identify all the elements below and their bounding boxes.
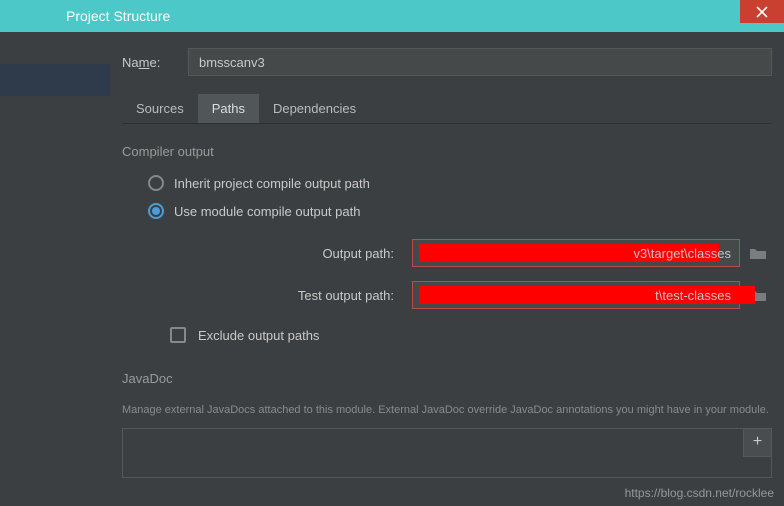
test-output-path-label: Test output path: (122, 288, 412, 303)
module-name-input[interactable] (188, 48, 772, 76)
name-accel: m (139, 55, 150, 70)
radio-use-module-label: Use module compile output path (174, 204, 360, 219)
name-label: Name: (122, 55, 188, 70)
output-path-value: v3\target\classes (633, 246, 731, 261)
output-path-input[interactable]: v3\target\classes (412, 239, 740, 267)
radio-use-module[interactable] (148, 203, 164, 219)
javadoc-description: Manage external JavaDocs attached to thi… (122, 402, 772, 420)
output-path-label: Output path: (122, 246, 412, 261)
javadoc-list[interactable]: + (122, 428, 772, 478)
folder-icon (749, 246, 767, 260)
tab-dependencies[interactable]: Dependencies (259, 94, 370, 123)
test-output-path-input[interactable]: t\test-classes (412, 281, 740, 309)
exclude-output-label: Exclude output paths (198, 328, 319, 343)
close-icon (756, 6, 768, 18)
test-output-path-value: t\test-classes (655, 288, 731, 303)
javadoc-title: JavaDoc (122, 371, 772, 386)
titlebar: Project Structure (0, 0, 784, 32)
sidebar-selected-item[interactable] (0, 64, 110, 96)
titlebar-title: Project Structure (66, 8, 170, 24)
content: Name: Sources Paths Dependencies Compile… (110, 32, 784, 506)
watermark: https://blog.csdn.net/rocklee (625, 486, 774, 500)
tabs: Sources Paths Dependencies (122, 94, 772, 124)
close-button[interactable] (740, 0, 784, 23)
exclude-output-checkbox[interactable] (170, 327, 186, 343)
radio-inherit-label: Inherit project compile output path (174, 176, 370, 191)
sidebar (0, 32, 110, 506)
compiler-output-title: Compiler output (122, 144, 772, 159)
output-path-browse-button[interactable] (744, 239, 772, 267)
radio-inherit[interactable] (148, 175, 164, 191)
tab-paths[interactable]: Paths (198, 94, 259, 123)
javadoc-add-button[interactable]: + (743, 429, 771, 457)
tab-sources[interactable]: Sources (122, 94, 198, 123)
